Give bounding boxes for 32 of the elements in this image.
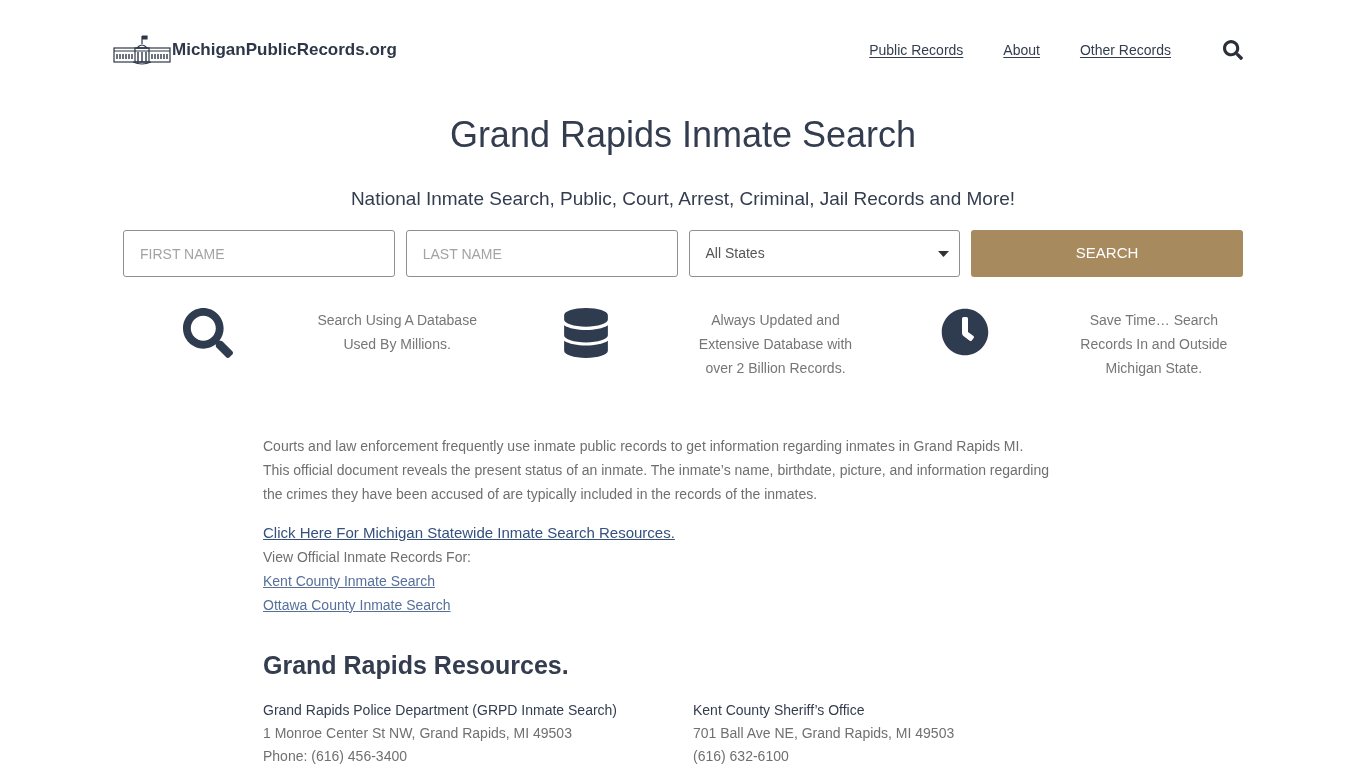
resources-heading: Grand Rapids Resources. <box>263 650 570 681</box>
nav-link[interactable]: About <box>1003 39 1040 61</box>
feature-text: Always Updated and Extensive Database with over 2 Billion Records. <box>698 311 853 378</box>
search-icon <box>1223 40 1243 60</box>
office-name: Kent County Sheriff’s Office <box>693 701 865 720</box>
nav-link[interactable]: Public Records <box>869 39 964 61</box>
caret-icon <box>938 250 950 257</box>
site-logo-link[interactable]: MichiganPublicRecords.org <box>113 34 397 66</box>
statewide-resources-link[interactable]: Click Here For Michigan Statewide Inmate Search Resources. <box>263 521 675 545</box>
county-link[interactable]: Kent County Inmate Search <box>263 569 435 593</box>
office-name: Grand Rapids Police Department (GRPD Inmate Search) <box>263 701 618 720</box>
nav-link[interactable]: Other Records <box>1079 39 1171 61</box>
name-field[interactable]: LAST NAME <box>405 230 678 277</box>
database-icon <box>564 308 609 358</box>
capitol-building-icon <box>113 34 171 66</box>
search-button[interactable] <box>1223 40 1243 60</box>
name-field[interactable]: FIRST NAME <box>123 230 395 277</box>
office-address: 701 Ball Ave NE, Grand Rapids, MI 49503 <box>693 724 955 743</box>
office-phone: Phone: (616) 456-3400 <box>263 747 407 766</box>
feature-text: Save Time… Search Records In and Outside Michigan State. <box>1080 311 1228 378</box>
state-select[interactable]: All States <box>688 230 961 277</box>
page-title: Grand Rapids Inmate Search <box>448 113 918 157</box>
view-records-label: View Official Inmate Records For: <box>263 548 471 567</box>
clock-icon <box>940 308 989 356</box>
county-link[interactable]: Ottawa County Inmate Search <box>263 593 451 617</box>
search-icon <box>183 308 233 358</box>
feature-text: Search Using A Database Used By Millions. <box>317 311 477 354</box>
intro-paragraph: This official document reveals the present status of an inmate. The inmate’s name, birthdate, picture, and information regarding the crimes they have been accused of are typically included in the records of the inmates. <box>263 461 1050 504</box>
office-phone: (616) 632-6100 <box>693 747 789 766</box>
office-address: 1 Monroe Center St NW, Grand Rapids, MI 49503 <box>263 724 572 743</box>
intro-paragraph: Courts and law enforcement frequently use inmate public records to get information regarding inmates in Grand Rapids MI. <box>263 437 1025 456</box>
page-subtitle: National Inmate Search, Public, Court, Arrest, Criminal, Jail Records and More! <box>349 187 1017 211</box>
